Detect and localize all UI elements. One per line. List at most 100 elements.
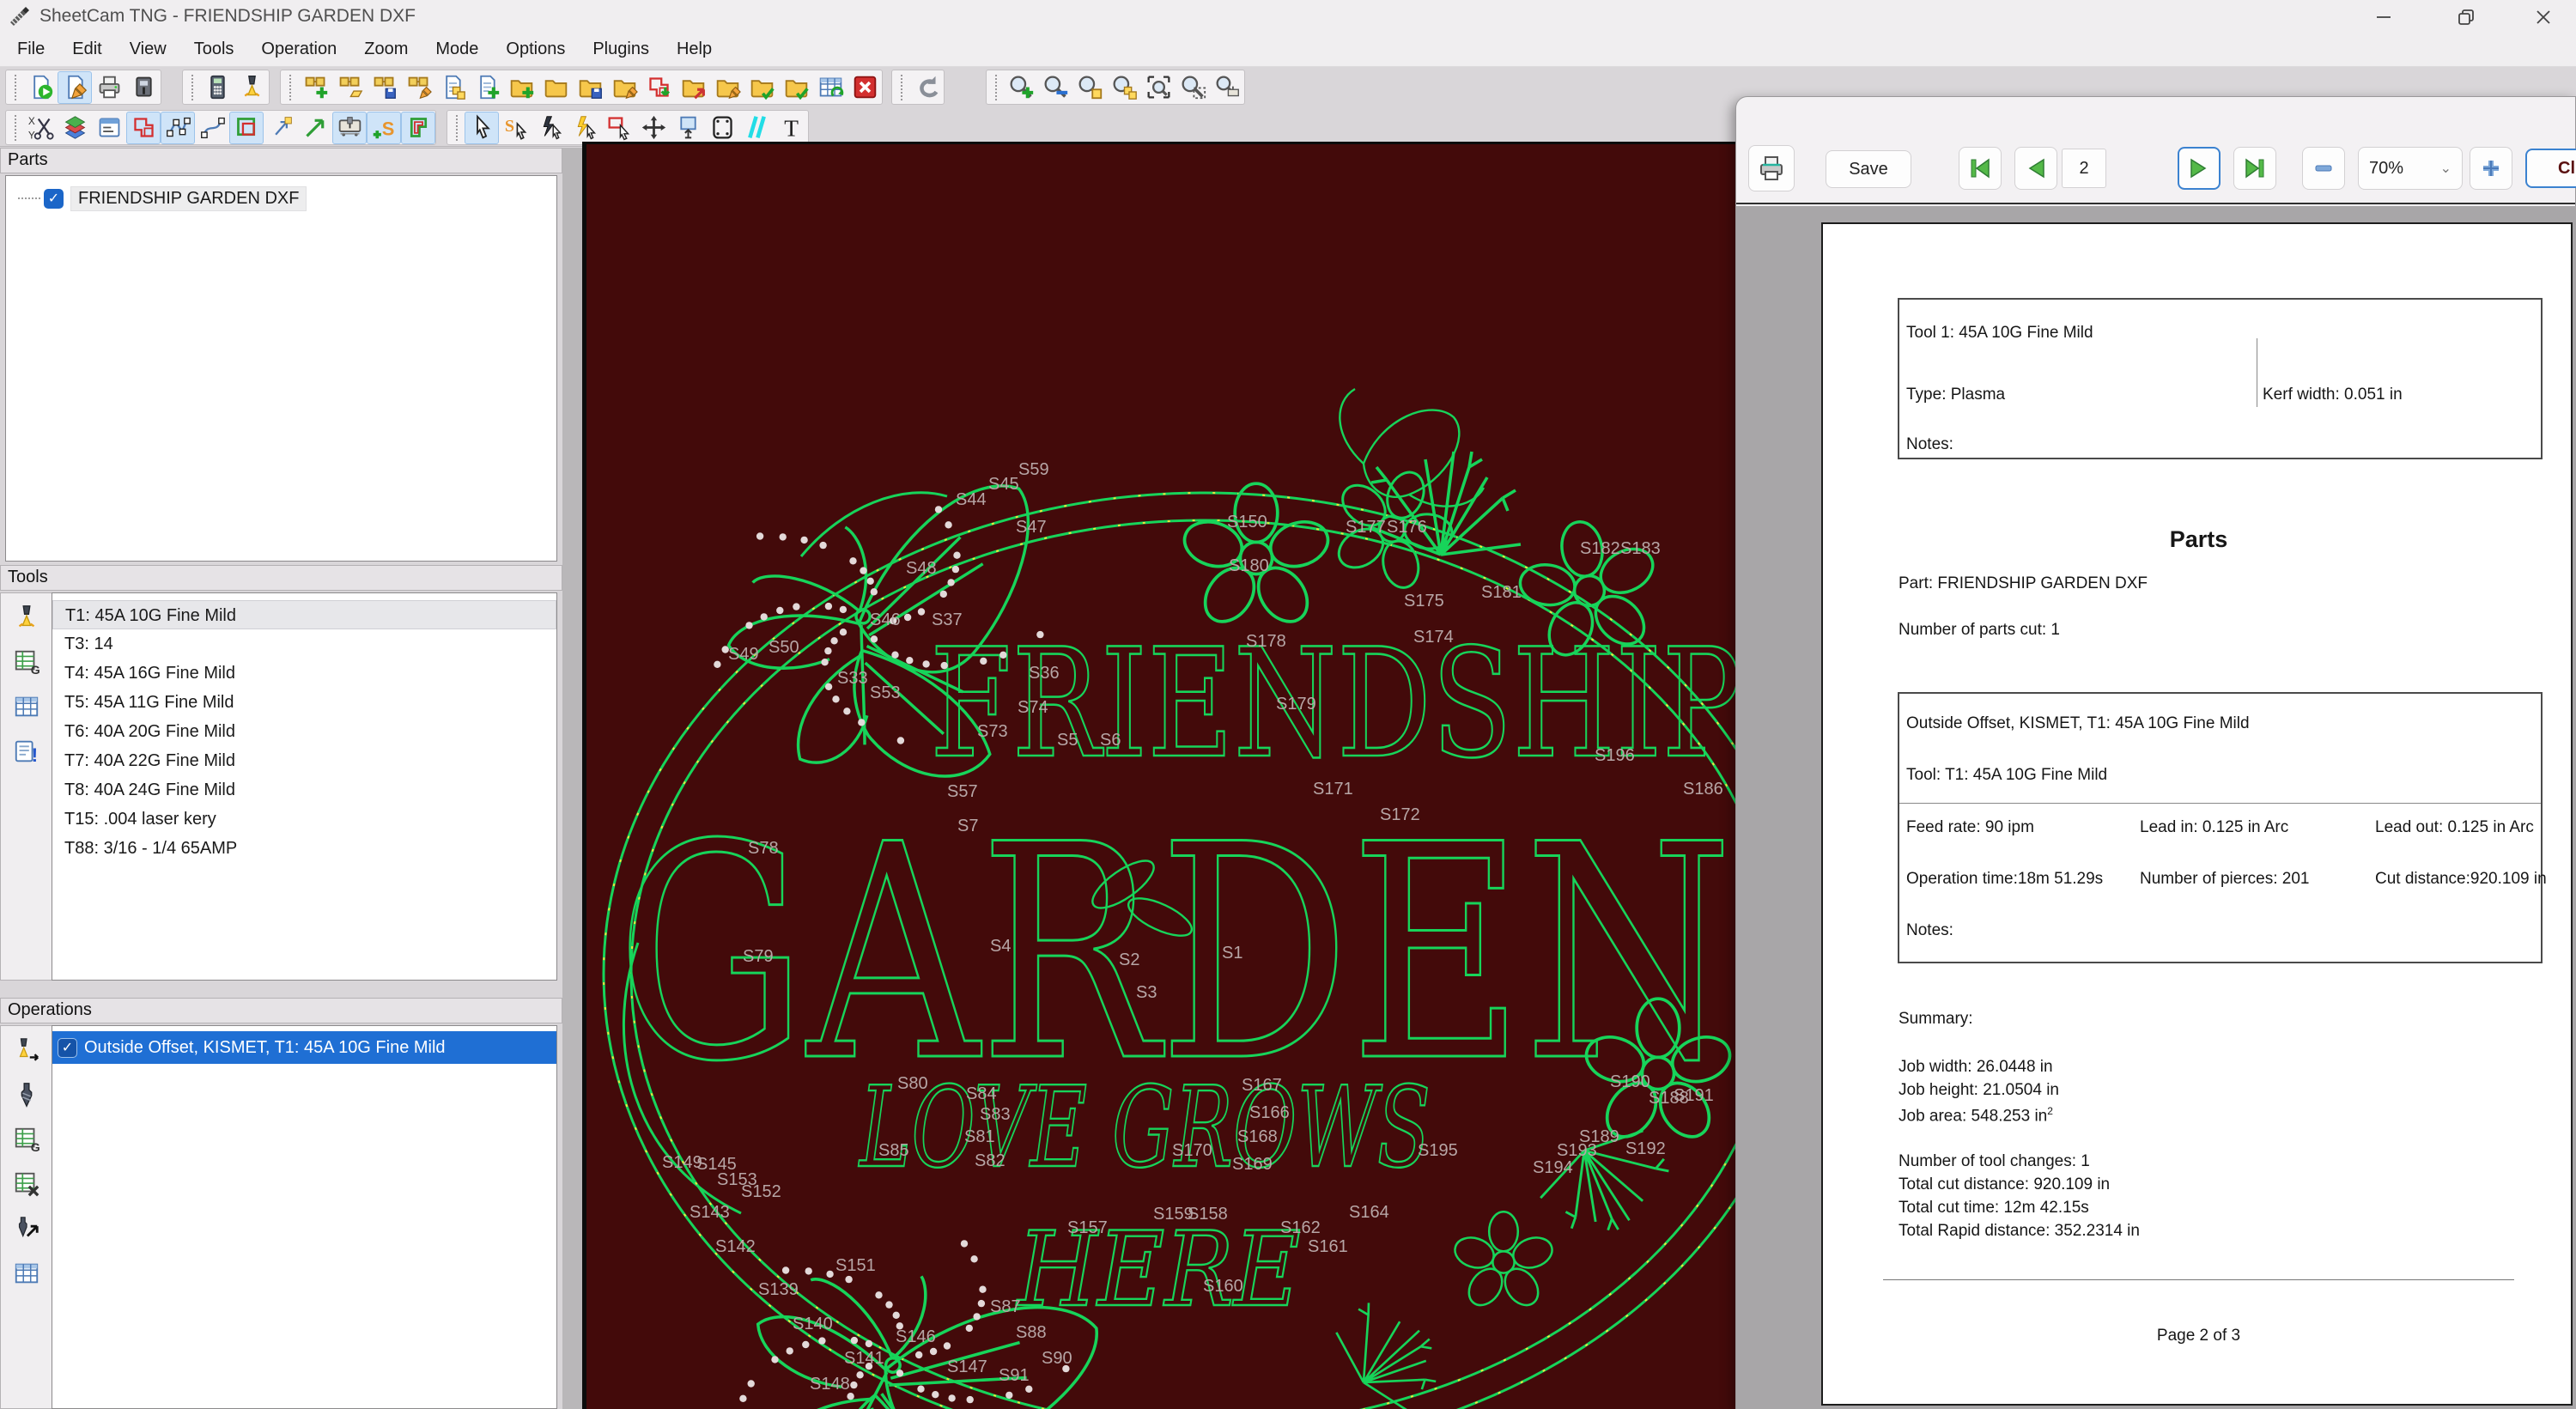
menu-tools[interactable]: Tools [180,33,248,66]
tool-issues-button[interactable]: ! [11,736,42,767]
material-height-mode-button[interactable] [671,112,705,144]
part-tree-item[interactable]: ✓ FRIENDSHIP GARDEN DXF [18,183,556,214]
zoom-extents-button[interactable] [1141,71,1176,104]
tool-item-t1[interactable]: T1: 45A 10G Fine Mild [52,600,556,629]
layers-button[interactable] [58,112,92,144]
refresh-nest-button[interactable] [813,71,848,104]
start-point-mode-button[interactable]: S [499,112,533,144]
print-button[interactable] [92,71,126,104]
zoom-machine-button[interactable] [1210,71,1244,104]
copy-part-button[interactable] [435,71,470,104]
print-button[interactable] [1748,145,1795,191]
region-select-mode-button[interactable] [602,112,636,144]
zoom-in-button[interactable] [1004,71,1038,104]
zoom-all-parts-button[interactable] [1107,71,1141,104]
save-drawing-button[interactable] [573,71,607,104]
pan-mode-button[interactable] [636,112,671,144]
menu-zoom[interactable]: Zoom [350,33,422,66]
menu-operation[interactable]: Operation [247,33,350,66]
tool-item-t5[interactable]: T5: 45A 11G Fine Mild [52,688,556,717]
zoom-level-select[interactable]: 70% ⌄ [2358,147,2463,190]
import-toolpath-button[interactable] [641,71,676,104]
new-part-button[interactable] [298,71,332,104]
zoom-part-button[interactable] [1072,71,1107,104]
tool-item-t6[interactable]: T6: 40A 20G Fine Mild [52,717,556,746]
close-preview-button[interactable]: Cl [2525,149,2576,188]
previous-page-button[interactable] [2014,147,2057,190]
drawing-canvas[interactable]: FRIENDSHIP GARDEN LOVE GROWS HERE S44S45… [586,144,1735,1409]
paste-part-button[interactable] [470,71,504,104]
menu-plugins[interactable]: Plugins [579,33,663,66]
save-part-button[interactable] [367,71,401,104]
tool-item-t88[interactable]: T88: 3/16 - 1/4 65AMP [52,834,556,863]
undo-button[interactable] [909,71,944,104]
zoom-drawing-button[interactable] [1176,71,1210,104]
new-drawing-button[interactable] [504,71,538,104]
quick-start-points-button[interactable] [568,112,602,144]
show-toolpaths-button[interactable] [229,111,264,144]
simulate-button[interactable] [200,71,234,104]
load-toolpath-button[interactable] [676,71,710,104]
tool-torch-button[interactable] [11,602,42,633]
check-drawing-button[interactable] [744,71,779,104]
close-button[interactable] [2518,3,2569,31]
menu-mode[interactable]: Mode [422,33,492,66]
move-node-button[interactable] [264,112,298,144]
tool-item-t3[interactable]: T3: 14 [52,629,556,659]
first-page-button[interactable] [1959,147,2002,190]
restore-button[interactable] [2440,3,2492,31]
tool-item-t7[interactable]: T7: 40A 22G Fine Mild [52,746,556,775]
job-options-button[interactable] [23,71,58,104]
menu-help[interactable]: Help [663,33,726,66]
menu-view[interactable]: View [116,33,180,66]
text-mode-button[interactable]: T [774,112,808,144]
verify-drawing-button[interactable] [779,71,813,104]
op-run-button[interactable] [11,1035,42,1066]
zoom-in-button[interactable] [2470,147,2512,190]
edit-start-points-button[interactable] [533,112,568,144]
operation-checkbox[interactable]: ✓ [58,1037,77,1058]
edit-drawing-button[interactable] [607,71,641,104]
select-mode-button[interactable] [465,111,499,144]
edit-contours-button[interactable] [195,112,229,144]
operation-item[interactable]: ✓ Outside Offset, KISMET, T1: 45A 10G Fin… [52,1031,556,1064]
show-offsets-button[interactable] [401,111,435,144]
show-cut-paths-button[interactable] [126,111,161,144]
minimize-button[interactable] [2358,3,2409,31]
op-gcode-table-button[interactable]: G [11,1124,42,1155]
op-export-button[interactable] [11,1213,42,1244]
zoom-out-button[interactable] [1038,71,1072,104]
last-page-button[interactable] [2233,147,2276,190]
open-part-button[interactable] [332,71,367,104]
save-button[interactable]: Save [1826,150,1911,188]
page-number-input[interactable]: 2 [2062,149,2106,188]
part-checkbox[interactable]: ✓ [44,188,64,209]
tool-item-t4[interactable]: T4: 45A 16G Fine Mild [52,659,556,688]
preview-area[interactable]: Tool 1: 45A 10G Fine Mild Type: Plasma K… [1736,206,2576,1409]
kerf-mode-button[interactable] [739,112,774,144]
tool-table-button[interactable] [11,691,42,722]
move-part-button[interactable] [298,112,332,144]
op-drill-button[interactable] [11,1079,42,1110]
op-remove-table-button[interactable] [11,1169,42,1199]
run-job-button[interactable] [234,71,269,104]
menu-file[interactable]: File [3,33,58,66]
panel-splitter[interactable] [562,148,582,1409]
run-post-processor-button[interactable] [126,71,161,104]
parts-list[interactable]: ✓ FRIENDSHIP GARDEN DXF [5,175,557,562]
show-machine-button[interactable] [332,111,367,144]
tools-list[interactable]: T1: 45A 10G Fine Mild T3: 14 T4: 45A 16G F… [52,592,557,981]
op-table-button[interactable] [11,1258,42,1289]
next-page-button[interactable] [2178,147,2221,190]
open-drawing-button[interactable] [538,71,573,104]
operations-list[interactable]: ✓ Outside Offset, KISMET, T1: 45A 10G Fin… [52,1025,557,1409]
edit-job-button[interactable] [58,70,92,104]
auto-start-points-button[interactable]: S [367,111,401,144]
tool-item-t8[interactable]: T8: 40A 24G Fine Mild [52,775,556,805]
measure-button[interactable]: XY [23,112,58,144]
edit-part-button[interactable] [401,71,435,104]
tool-item-t15[interactable]: T15: .004 laser kery [52,805,556,834]
plate-mode-button[interactable] [705,112,739,144]
job-list-options-button[interactable] [92,112,126,144]
zoom-out-button[interactable] [2302,147,2345,190]
